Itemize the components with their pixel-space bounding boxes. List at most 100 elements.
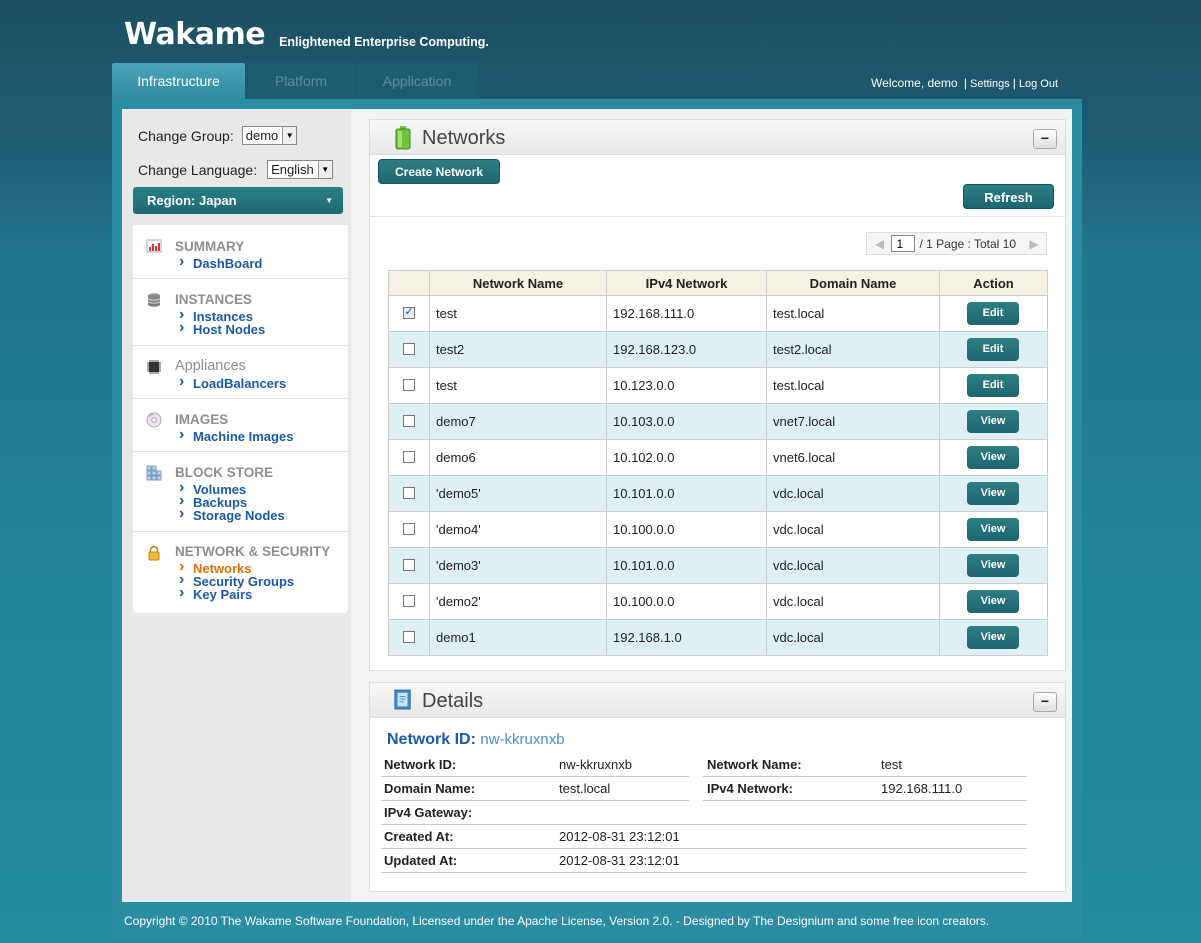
detail-network-name: test	[881, 757, 902, 772]
user-bar: Welcome, demo | Settings | Log Out	[871, 76, 1058, 90]
cell-network-name: 'demo5'	[429, 475, 607, 512]
view-button[interactable]: View	[967, 590, 1019, 613]
row-checkbox[interactable]	[402, 305, 415, 319]
detail-label: Created At:	[384, 829, 454, 844]
cell-action: Edit	[939, 331, 1048, 368]
menu-section-block-store: BLOCK STORE Volumes Backups Storage Node…	[133, 452, 348, 532]
table-row[interactable]: test2 192.168.123.0 test2.local Edit	[388, 331, 1048, 368]
top-tabs: Infrastructure Platform Application	[112, 63, 480, 99]
row-checkbox[interactable]	[402, 342, 415, 355]
view-button[interactable]: View	[967, 554, 1019, 577]
cell-ipv4-network: 10.101.0.0	[606, 475, 767, 512]
welcome-text: Welcome, demo	[871, 76, 958, 90]
menu-title: INSTANCES	[175, 292, 253, 307]
footer: Copyright © 2010 The Wakame Software Fou…	[124, 914, 990, 928]
table-row[interactable]: demo7 10.103.0.0 vnet7.local View	[388, 403, 1048, 440]
detail-key: IPv4 Gateway:	[384, 805, 473, 820]
table-row[interactable]: test192.168.111.0test.local Edit	[388, 295, 1048, 332]
wakame-logo: Wakame Enlightened Enterprise Computing.	[124, 18, 489, 52]
row-select-cell	[388, 619, 430, 656]
logout-link[interactable]: Log Out	[1019, 78, 1058, 90]
row-checkbox[interactable]	[402, 630, 415, 643]
row-checkbox[interactable]	[402, 522, 415, 535]
menu-link-key-pairs[interactable]: Key Pairs	[175, 586, 348, 601]
separator: |	[963, 76, 967, 90]
edit-button[interactable]: Edit	[967, 338, 1019, 361]
menu-link-machine-images[interactable]: Machine Images	[175, 428, 348, 443]
table-row[interactable]: 'demo2' 10.100.0.0 vdc.local View	[388, 583, 1048, 620]
cell-domain-name: vdc.local	[766, 619, 940, 656]
row-checkbox[interactable]	[402, 594, 415, 607]
separator: |	[1012, 76, 1016, 90]
detail-label: IPv4 Gateway:	[384, 805, 472, 820]
cell-domain-name: vdc.local	[766, 511, 940, 548]
menu-link-dashboard[interactable]: DashBoard	[175, 255, 348, 270]
detail-network-id: nw-kkruxnxb	[559, 757, 632, 772]
table-row[interactable]: test 10.123.0.0 test.local Edit	[388, 367, 1048, 404]
menu-link-host-nodes[interactable]: Host Nodes	[175, 321, 348, 336]
table-row[interactable]: 'demo3' 10.101.0.0 vdc.local View	[388, 547, 1048, 584]
view-button[interactable]: View	[967, 410, 1019, 433]
row-select-cell	[388, 511, 430, 548]
table-row[interactable]: 'demo4' 10.100.0.0 vdc.local View	[388, 511, 1048, 548]
table-row[interactable]: demo6 10.102.0.0 vnet6.local View	[388, 439, 1048, 476]
column-header-network-name[interactable]: Network Name	[429, 270, 607, 296]
menu-title: NETWORK & SECURITY	[175, 544, 331, 559]
row-checkbox[interactable]	[402, 486, 415, 499]
pagination: ◀ / 1 Page : Total 10 ▶	[866, 232, 1047, 255]
divider	[703, 800, 1027, 801]
row-checkbox[interactable]	[402, 450, 415, 463]
cell-domain-name: test2.local	[766, 331, 940, 368]
language-select[interactable]: English ▼	[267, 160, 333, 179]
cell-action: Edit	[939, 367, 1048, 404]
group-select[interactable]: demo ▼	[241, 126, 298, 145]
cell-domain-name: vnet7.local	[766, 403, 940, 440]
chevron-down-icon: ▼	[317, 161, 332, 178]
view-button[interactable]: View	[967, 446, 1019, 469]
collapse-button[interactable]: −	[1033, 692, 1057, 712]
prev-page-icon[interactable]: ◀	[867, 237, 891, 251]
networks-panel: Networks − Create Network Refresh ◀ / 1 …	[369, 119, 1066, 671]
settings-link[interactable]: Settings	[970, 78, 1010, 90]
page-input[interactable]	[891, 235, 916, 252]
refresh-button[interactable]: Refresh	[963, 184, 1054, 209]
menu-link-loadbalancers[interactable]: LoadBalancers	[175, 375, 348, 390]
menu-title: SUMMARY	[175, 239, 245, 254]
create-network-button[interactable]: Create Network	[378, 159, 500, 184]
row-checkbox[interactable]	[402, 414, 415, 427]
collapse-button[interactable]: −	[1033, 129, 1057, 149]
table-row[interactable]: 'demo5' 10.101.0.0 vdc.local View	[388, 475, 1048, 512]
cell-action: View	[939, 403, 1048, 440]
column-header-domain-name[interactable]: Domain Name	[766, 270, 940, 296]
next-page-icon[interactable]: ▶	[1022, 237, 1046, 251]
cell-action: View	[939, 511, 1048, 548]
detail-key: Network Name:	[707, 757, 802, 772]
edit-button[interactable]: Edit	[967, 302, 1019, 325]
row-select-cell	[388, 403, 430, 440]
main-panel: Change Group: demo ▼ Change Language: Eng…	[122, 109, 1072, 902]
row-select-cell	[388, 367, 430, 404]
column-header-ipv4-network[interactable]: IPv4 Network	[606, 270, 767, 296]
cell-ipv4-network: 192.168.111.0	[606, 295, 767, 332]
edit-button[interactable]: Edit	[967, 374, 1019, 397]
divider	[370, 216, 1065, 217]
cell-ipv4-network: 10.100.0.0	[606, 583, 767, 620]
cell-ipv4-network: 192.168.1.0	[606, 619, 767, 656]
table-row[interactable]: demo1 192.168.1.0 vdc.local View	[388, 619, 1048, 656]
tab-platform[interactable]: Platform	[248, 63, 354, 99]
menu-title: Appliances	[175, 358, 246, 374]
detail-label: IPv4 Network:	[707, 781, 793, 796]
view-button[interactable]: View	[967, 626, 1019, 649]
tab-application[interactable]: Application	[357, 63, 477, 99]
view-button[interactable]: View	[967, 518, 1019, 541]
menu-link-storage-nodes[interactable]: Storage Nodes	[175, 507, 348, 522]
row-checkbox[interactable]	[402, 558, 415, 571]
tab-infrastructure[interactable]: Infrastructure	[112, 63, 245, 99]
region-dropdown[interactable]: Region: Japan ▼	[133, 187, 343, 214]
cell-network-name: demo6	[429, 439, 607, 476]
details-panel-header: Details −	[370, 683, 1065, 718]
cell-domain-name: test.local	[766, 367, 940, 404]
view-button[interactable]: View	[967, 482, 1019, 505]
change-group-row: Change Group: demo ▼	[138, 126, 298, 145]
row-checkbox[interactable]	[402, 378, 415, 391]
